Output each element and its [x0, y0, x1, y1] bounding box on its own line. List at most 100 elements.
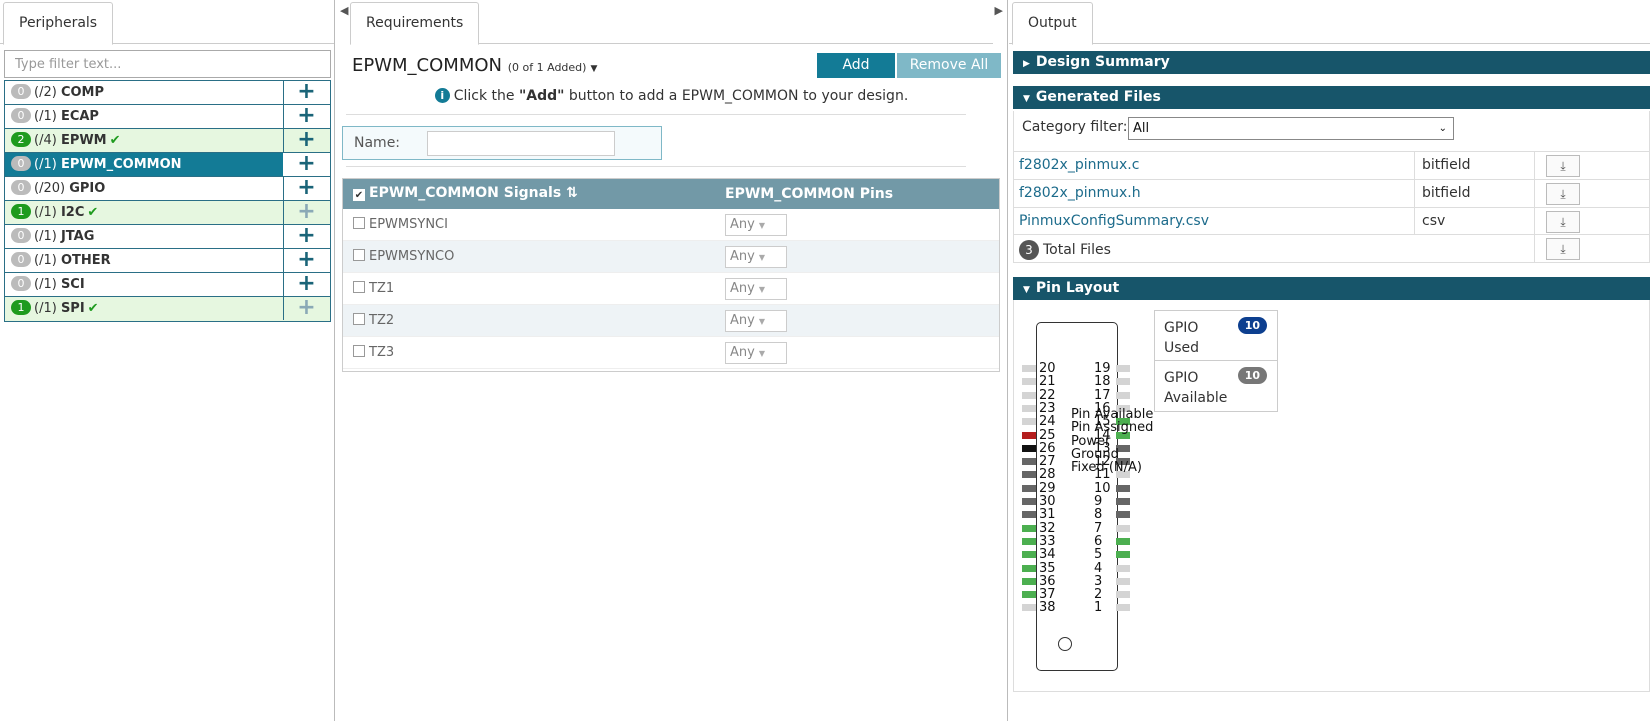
- pin-pad[interactable]: [1116, 498, 1130, 505]
- pin-pad[interactable]: [1022, 418, 1036, 426]
- signal-checkbox[interactable]: [353, 249, 365, 261]
- pin-pad[interactable]: [1022, 458, 1036, 466]
- pin-pad[interactable]: [1022, 484, 1036, 492]
- add-peripheral-icon[interactable]: +: [283, 225, 330, 248]
- add-peripheral-icon[interactable]: +: [283, 273, 330, 296]
- pin-pad[interactable]: [1022, 537, 1036, 545]
- file-name-link[interactable]: f2802x_pinmux.h: [1019, 185, 1141, 201]
- download-icon[interactable]: ⤓: [1546, 183, 1580, 205]
- pin-pad[interactable]: [1116, 511, 1130, 519]
- add-peripheral-icon[interactable]: +: [283, 297, 330, 320]
- pin-pad[interactable]: [1022, 511, 1036, 519]
- peripheral-row-epwm_common[interactable]: 0 (/1) EPWM_COMMON +: [5, 153, 330, 177]
- pin-pad[interactable]: [1022, 444, 1036, 452]
- caret-down-icon[interactable]: ▼: [590, 64, 597, 74]
- pin-select[interactable]: Any ▼: [725, 246, 787, 268]
- pin-layout-header[interactable]: ▼ Pin Layout: [1013, 277, 1650, 300]
- add-peripheral-icon[interactable]: +: [283, 177, 330, 200]
- pin-pad[interactable]: [1022, 431, 1036, 439]
- peripheral-row-jtag[interactable]: 0 (/1) JTAG +: [5, 225, 330, 249]
- pin-pad[interactable]: [1022, 404, 1036, 412]
- pin-pad[interactable]: [1116, 537, 1130, 545]
- peripheral-label[interactable]: 0 (/2) COMP: [5, 81, 284, 104]
- added-count[interactable]: (0 of 1 Added): [508, 61, 587, 74]
- pin-select[interactable]: Any ▼: [725, 278, 787, 300]
- pin-pad[interactable]: [1116, 524, 1130, 532]
- peripheral-label[interactable]: 0 (/1) OTHER: [5, 249, 284, 272]
- pin-pad[interactable]: [1022, 524, 1036, 532]
- category-filter-select[interactable]: All ⌄: [1128, 117, 1454, 140]
- tab-peripherals[interactable]: Peripherals: [3, 2, 114, 45]
- pin-pad[interactable]: [1022, 564, 1036, 572]
- peripheral-row-i2c[interactable]: 1 (/1) I2C ✔ +: [5, 201, 330, 225]
- add-peripheral-icon[interactable]: +: [283, 129, 330, 152]
- pin-pad[interactable]: [1116, 484, 1130, 492]
- download-all-icon[interactable]: ⤓: [1546, 238, 1580, 260]
- pin-pad[interactable]: [1116, 604, 1130, 612]
- peripheral-label[interactable]: 1 (/1) I2C ✔: [5, 201, 284, 224]
- download-icon[interactable]: ⤓: [1546, 155, 1580, 177]
- peripheral-row-gpio[interactable]: 0 (/20) GPIO +: [5, 177, 330, 201]
- pin-pad[interactable]: [1022, 551, 1036, 559]
- remove-all-button[interactable]: Remove All: [897, 53, 1001, 78]
- pin-pad[interactable]: [1022, 471, 1036, 479]
- file-name-link[interactable]: PinmuxConfigSummary.csv: [1019, 213, 1209, 229]
- check-icon: ✔: [87, 205, 99, 220]
- peripheral-row-spi[interactable]: 1 (/1) SPI ✔ +: [5, 297, 330, 321]
- peripheral-label[interactable]: 0 (/1) EPWM_COMMON: [5, 153, 284, 176]
- signal-checkbox[interactable]: [353, 313, 365, 325]
- peripheral-label[interactable]: 0 (/1) ECAP: [5, 105, 284, 128]
- add-peripheral-icon[interactable]: +: [283, 153, 330, 176]
- peripheral-label[interactable]: 0 (/1) SCI: [5, 273, 284, 296]
- design-summary-header[interactable]: ▶ Design Summary: [1013, 51, 1650, 74]
- pin-pad[interactable]: [1022, 378, 1036, 386]
- pin-pad[interactable]: [1116, 564, 1130, 572]
- file-name-link[interactable]: f2802x_pinmux.c: [1019, 157, 1139, 173]
- signal-cell: TZ2: [353, 313, 394, 328]
- add-peripheral-icon[interactable]: +: [283, 201, 330, 224]
- pin-select[interactable]: Any ▼: [725, 310, 787, 332]
- pin-select[interactable]: Any ▼: [725, 342, 787, 364]
- peripheral-row-sci[interactable]: 0 (/1) SCI +: [5, 273, 330, 297]
- tab-requirements[interactable]: Requirements: [350, 2, 480, 45]
- peripheral-label[interactable]: 2 (/4) EPWM ✔: [5, 129, 284, 152]
- pin-pad[interactable]: [1022, 365, 1036, 372]
- pin-select[interactable]: Any ▼: [725, 214, 787, 236]
- peripheral-row-ecap[interactable]: 0 (/1) ECAP +: [5, 105, 330, 129]
- download-icon[interactable]: ⤓: [1546, 211, 1580, 233]
- signal-checkbox[interactable]: [353, 281, 365, 293]
- pin-pad[interactable]: [1022, 604, 1036, 612]
- pin-pad[interactable]: [1022, 391, 1036, 399]
- generated-files-header[interactable]: ▼ Generated Files: [1013, 86, 1650, 109]
- add-peripheral-icon[interactable]: +: [283, 105, 330, 128]
- name-input[interactable]: [427, 131, 615, 156]
- collapse-left-arrow-icon[interactable]: ◀: [340, 4, 348, 17]
- add-peripheral-icon[interactable]: +: [283, 81, 330, 104]
- add-button[interactable]: Add: [817, 53, 895, 78]
- column-divider: [1414, 152, 1415, 179]
- peripheral-row-other[interactable]: 0 (/1) OTHER +: [5, 249, 330, 273]
- pin-pad[interactable]: [1116, 365, 1130, 372]
- sort-icon[interactable]: ⇅: [566, 185, 578, 201]
- filter-input[interactable]: [4, 50, 331, 78]
- peripheral-row-epwm[interactable]: 2 (/4) EPWM ✔ +: [5, 129, 330, 153]
- pin-pad[interactable]: [1022, 498, 1036, 505]
- pin-pad[interactable]: [1116, 391, 1130, 399]
- signal-checkbox[interactable]: [353, 217, 365, 229]
- peripheral-label[interactable]: 0 (/1) JTAG: [5, 225, 284, 248]
- pin-pad[interactable]: [1116, 591, 1130, 599]
- pin-pad[interactable]: [1116, 378, 1130, 386]
- pin-pad[interactable]: [1116, 577, 1130, 585]
- pin-pad[interactable]: [1022, 577, 1036, 585]
- pin-pad[interactable]: [1116, 551, 1130, 559]
- tab-output[interactable]: Output: [1012, 2, 1093, 45]
- add-peripheral-icon[interactable]: +: [283, 249, 330, 272]
- peripheral-label[interactable]: 0 (/20) GPIO: [5, 177, 284, 200]
- peripheral-row-comp[interactable]: 0 (/2) COMP +: [5, 81, 330, 105]
- collapse-right-arrow-icon[interactable]: ▶: [995, 4, 1003, 17]
- signal-checkbox[interactable]: [353, 345, 365, 357]
- signals-header-cell[interactable]: ✔ EPWM_COMMON Signals ⇅: [353, 185, 578, 201]
- pin-pad[interactable]: [1022, 591, 1036, 599]
- peripheral-label[interactable]: 1 (/1) SPI ✔: [5, 297, 284, 320]
- select-all-checkbox[interactable]: ✔: [353, 189, 365, 201]
